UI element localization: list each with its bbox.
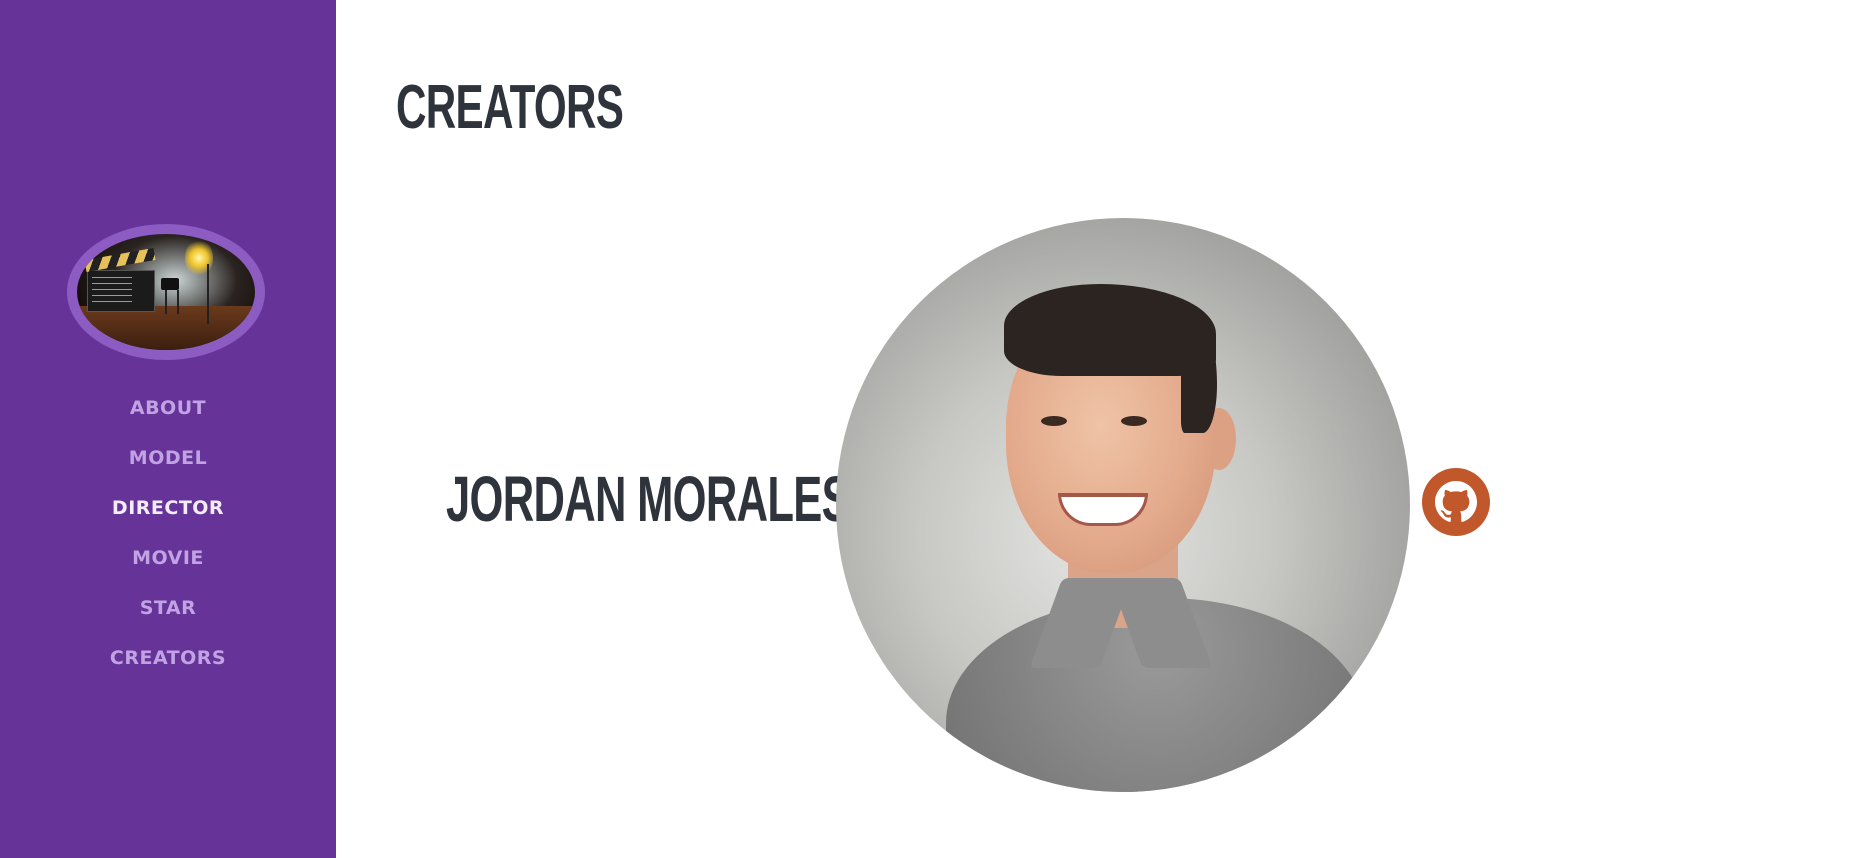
nav-item-director[interactable]: DIRECTOR	[0, 497, 336, 519]
page-title: CREATORS	[396, 73, 624, 142]
photo-eye-left	[1041, 416, 1067, 426]
photo-eye-right	[1121, 416, 1147, 426]
nav-item-movie[interactable]: MOVIE	[0, 547, 336, 569]
nav-item-creators[interactable]: CREATORS	[0, 647, 336, 669]
camera-icon	[161, 278, 179, 290]
film-set-image	[77, 234, 255, 350]
light-stand	[207, 264, 209, 324]
site-logo[interactable]	[67, 224, 265, 360]
clapperboard-icon	[87, 270, 155, 312]
github-icon[interactable]	[1422, 468, 1490, 536]
creator-photo	[836, 218, 1410, 792]
nav-item-about[interactable]: ABOUT	[0, 397, 336, 419]
sidebar: ABOUT MODEL DIRECTOR MOVIE STAR CREATORS	[0, 0, 336, 858]
clapperboard-top	[84, 248, 156, 272]
tripod-icon	[165, 290, 179, 314]
clapperboard-lines	[92, 277, 132, 303]
creator-name: JORDAN MORALES	[446, 463, 851, 535]
github-icon-svg	[1422, 468, 1490, 536]
nav-item-model[interactable]: MODEL	[0, 447, 336, 469]
nav-item-star[interactable]: STAR	[0, 597, 336, 619]
